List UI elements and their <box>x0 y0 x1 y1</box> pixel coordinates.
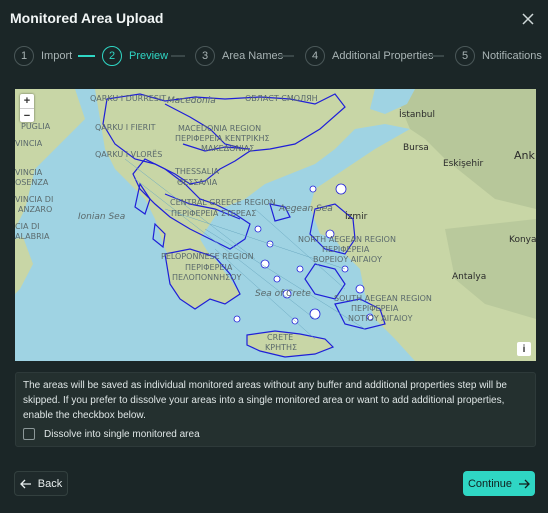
map-label: ΠΕΡΙΦΕΡΕΙΑ ΣΤΕΡΕΑΣ <box>171 209 256 218</box>
info-button[interactable]: i <box>517 342 531 356</box>
step-label: Area Names <box>222 50 284 62</box>
step-label: Additional Properties <box>332 50 434 62</box>
arrow-right-icon <box>519 479 530 488</box>
step-area-names: 3 Area Names <box>195 46 283 66</box>
calabria-landmass <box>15 237 33 294</box>
arrow-left-icon <box>19 479 31 488</box>
map-label: SOUTH AEGEAN REGION <box>334 294 432 303</box>
zoom-in-button[interactable]: + <box>20 94 34 108</box>
step-number: 4 <box>305 46 325 66</box>
map-label: ΠΕΡΙΦΕΡΕΙΑ <box>351 304 399 313</box>
map-label: ΒΟΡΕΙΟΥ ΑΙΓΑΙΟΥ <box>313 255 382 264</box>
map-label: Sea of Crete <box>255 289 311 299</box>
map-label: Aegean Sea <box>278 204 333 214</box>
step-number: 5 <box>455 46 475 66</box>
map-label: VINCIA <box>15 139 43 148</box>
map-label: VINCIA <box>15 168 43 177</box>
map-label: NORTH AEGEAN REGION <box>298 235 396 244</box>
map-label: ΠΕΡΙΦΕΡΕΙΑ <box>322 245 370 254</box>
step-number: 3 <box>195 46 215 66</box>
map-label: OSENZA <box>15 178 49 187</box>
step-preview: 2 Preview <box>102 46 168 66</box>
stepper: 1 Import 2 Preview 3 Area Names 4 Additi… <box>14 46 542 66</box>
continue-label: Continue <box>467 477 513 490</box>
map-label: Ionian Sea <box>78 212 125 222</box>
map-label: ANZARO <box>18 205 52 214</box>
back-button[interactable]: Back <box>14 471 68 496</box>
zoom-out-button[interactable]: − <box>20 108 34 122</box>
map-label: ΜΑΚΕΔΟΝΙΑΣ <box>201 144 254 153</box>
map-label: CENTRAL GREECE REGION <box>170 198 276 207</box>
map-label: THESSALIA <box>174 167 220 176</box>
map-preview[interactable]: QARKU I DURRESIT Macedonia ОБЛАСТ СМОЛЯН… <box>15 89 536 361</box>
map-label: QARKU I FIERIT <box>95 123 156 132</box>
map-label: Macedonia <box>167 96 216 106</box>
step-import: 1 Import <box>14 46 72 66</box>
map-label: PELOPONNESE REGION <box>161 252 254 261</box>
modal-title: Monitored Area Upload <box>10 10 164 26</box>
map-label: ΠΕΛΟΠΟΝΝΗΣΟΥ <box>172 273 241 282</box>
close-icon[interactable] <box>519 10 537 28</box>
map-label: ΠΕΡΙΦΕΡΕΙΑ <box>185 263 233 272</box>
note-text: The areas will be saved as individual mo… <box>23 380 507 421</box>
map-label: Konya <box>509 235 536 245</box>
step-label: Notifications <box>482 50 542 62</box>
map-label: ОБЛАСТ СМОЛЯН <box>245 94 318 103</box>
map-label: QARKU I VLORËS <box>95 149 162 159</box>
info-note: The areas will be saved as individual mo… <box>15 372 536 447</box>
map-label: ALABRIA <box>15 232 50 241</box>
step-connector <box>279 55 294 57</box>
map-label: ΝΟΤΙΟΥ ΑΙΓΑΙΟΥ <box>348 314 413 323</box>
map-label: Antalya <box>452 272 486 282</box>
map-canvas: QARKU I DURRESIT Macedonia ОБЛАСТ СМОЛЯН… <box>15 89 536 361</box>
map-label: Eskişehir <box>443 159 484 169</box>
dissolve-option: Dissolve into single monitored area <box>23 428 200 440</box>
step-number: 1 <box>14 46 34 66</box>
step-number: 2 <box>102 46 122 66</box>
zoom-control: + − <box>20 94 34 122</box>
step-label: Import <box>41 50 73 62</box>
map-label: MACEDONIA REGION <box>178 124 261 133</box>
continue-button[interactable]: Continue <box>463 471 535 496</box>
map-label: PUGLIA <box>21 122 51 131</box>
map-label: ΠΕΡΙΦΕΡΕΙΑ ΚΕΝΤΡΙΚΗΣ <box>175 134 270 143</box>
step-connector <box>171 55 185 57</box>
step-notifications: 5 Notifications <box>455 46 542 66</box>
back-label: Back <box>37 477 63 490</box>
map-label: ΘΕΣΣΑΛΙΑ <box>177 178 218 187</box>
map-label: İzmir <box>345 211 368 222</box>
dissolve-checkbox-label[interactable]: Dissolve into single monitored area <box>44 429 200 440</box>
dissolve-checkbox[interactable] <box>23 428 35 440</box>
upload-modal: Monitored Area Upload 1 Import 2 Preview… <box>0 0 548 513</box>
step-connector <box>430 55 444 57</box>
map-label: CRETE <box>267 333 293 342</box>
map-label: QARKU I DURRESIT <box>90 94 166 103</box>
map-label: VINCIA DI <box>15 195 53 204</box>
map-label: Ank <box>514 149 535 162</box>
map-label: ΚΡΗΤΗΣ <box>265 343 297 352</box>
map-label: Bursa <box>403 143 429 153</box>
step-connector <box>78 55 95 57</box>
step-additional-properties: 4 Additional Properties <box>305 46 434 66</box>
map-label: İstanbul <box>399 109 435 120</box>
map-label: CIA DI <box>15 222 39 231</box>
step-label: Preview <box>129 50 169 62</box>
